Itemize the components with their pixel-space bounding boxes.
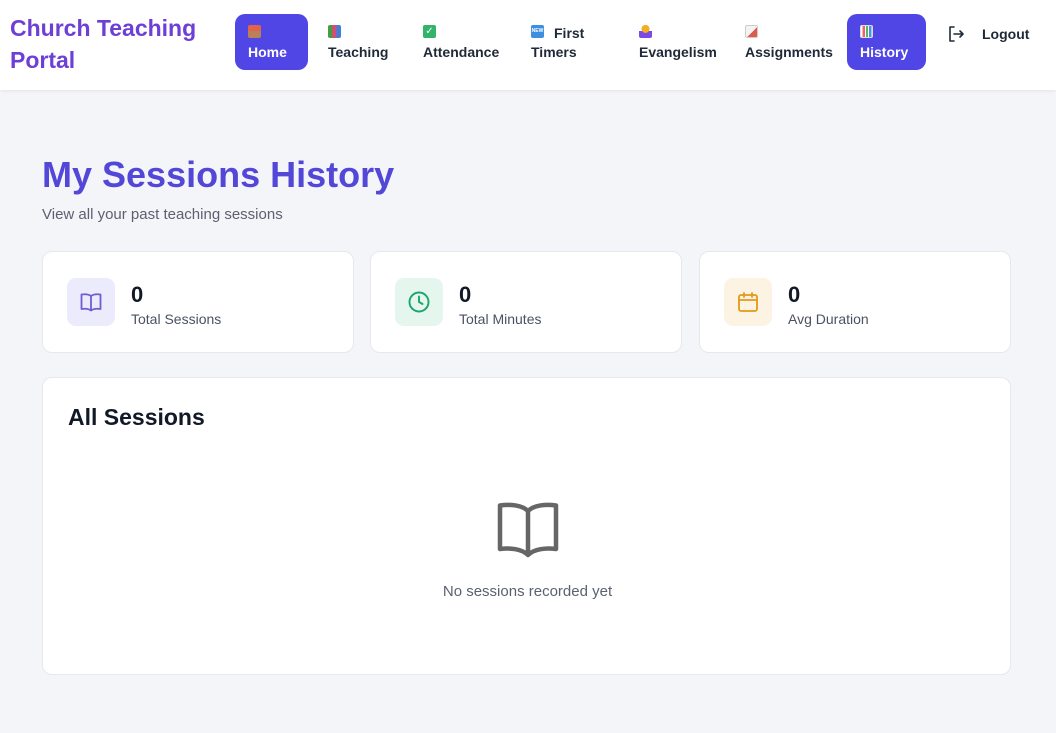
stat-icon-box xyxy=(724,278,772,326)
checkmark-icon: ✓ xyxy=(423,25,436,38)
stat-card-avg-duration: 0 Avg Duration xyxy=(699,251,1011,353)
book-open-icon xyxy=(80,293,102,312)
nav-item-label: Attendance xyxy=(423,44,500,60)
nav-item-teaching[interactable]: Teaching xyxy=(315,14,400,70)
nav-item-label-line2: Timers xyxy=(531,44,577,60)
nav-item-label-line1: First xyxy=(554,25,585,41)
sessions-panel-title: All Sessions xyxy=(68,404,205,430)
nav-item-label: Assignments xyxy=(745,44,833,60)
stat-value: 0 xyxy=(131,282,144,307)
clock-icon xyxy=(408,291,430,313)
nav-item-label: History xyxy=(860,44,909,60)
nav-item-evangelism[interactable]: Evangelism xyxy=(626,14,724,70)
stat-label: Total Sessions xyxy=(131,311,222,327)
house-icon xyxy=(248,25,261,38)
books-icon xyxy=(328,25,341,38)
nav-item-first-timers[interactable]: NEW First Timers xyxy=(518,14,618,70)
stat-icon-box xyxy=(395,278,443,326)
sessions-panel: All Sessions No sessions recorded yet xyxy=(42,377,1011,675)
logout-button[interactable]: Logout xyxy=(948,24,1032,44)
empty-state-message: No sessions recorded yet xyxy=(442,583,613,600)
nav-item-assignments[interactable]: Assignments xyxy=(732,14,839,70)
nav-item-label: Evangelism xyxy=(639,44,717,60)
stat-label: Avg Duration xyxy=(788,311,869,327)
brand-title[interactable]: Church Teaching Portal xyxy=(10,12,210,76)
praying-hands-icon xyxy=(639,25,652,38)
logout-label: Logout xyxy=(982,26,1030,42)
page-title: My Sessions History xyxy=(42,154,395,195)
new-badge-icon: NEW xyxy=(531,25,544,38)
stat-card-total-sessions: 0 Total Sessions xyxy=(42,251,354,353)
nav-item-label: Home xyxy=(248,44,287,60)
memo-icon xyxy=(745,25,758,38)
logout-icon xyxy=(949,26,964,42)
top-navigation-bar: Church Teaching Portal Home Teaching ✓ A… xyxy=(0,0,1056,90)
stat-label: Total Minutes xyxy=(459,311,542,327)
stat-icon-box xyxy=(67,278,115,326)
page-subtitle: View all your past teaching sessions xyxy=(42,206,283,223)
brand-title-line1: Church Teaching xyxy=(10,15,197,41)
nav-item-history[interactable]: History xyxy=(847,14,926,70)
bar-chart-icon xyxy=(860,25,873,38)
stat-value: 0 xyxy=(788,282,801,307)
book-open-icon xyxy=(497,502,559,558)
stat-value: 0 xyxy=(459,282,472,307)
nav-item-attendance[interactable]: ✓ Attendance xyxy=(410,14,508,70)
nav-item-label: Teaching xyxy=(328,44,389,60)
calendar-icon xyxy=(738,292,758,312)
stat-card-total-minutes: 0 Total Minutes xyxy=(370,251,682,353)
nav-item-home[interactable]: Home xyxy=(235,14,308,70)
brand-title-line2: Portal xyxy=(10,47,76,73)
